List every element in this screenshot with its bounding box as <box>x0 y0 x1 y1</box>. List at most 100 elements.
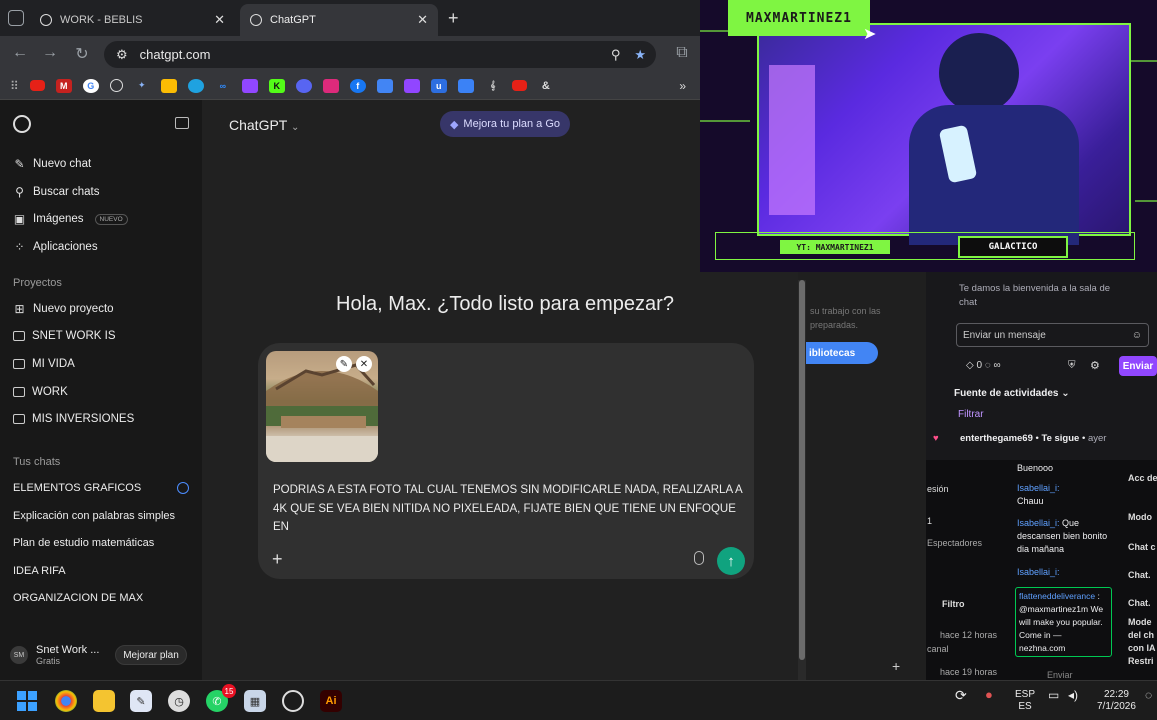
chat-item[interactable]: Plan de estudio matemáticas <box>13 537 154 549</box>
model-selector[interactable]: ChatGPT ⌄ <box>229 117 299 133</box>
dash-option[interactable]: Chat. <box>1128 597 1151 610</box>
chat-send-button[interactable]: Enviar <box>1119 356 1157 376</box>
scrollbar-thumb[interactable] <box>799 280 805 660</box>
facebook-bookmark-icon[interactable]: f <box>349 78 366 93</box>
filter-button[interactable]: Filtrar <box>958 409 984 420</box>
notifications-icon[interactable]: ◌ <box>1145 689 1152 701</box>
edge-bookmark-icon[interactable] <box>187 78 204 93</box>
tab-title: ChatGPT <box>270 14 316 26</box>
discord-bookmark-icon[interactable] <box>295 78 312 93</box>
activity-feed-heading[interactable]: Fuente de actividades ⌄ <box>954 388 1070 399</box>
youtube-2-bookmark-icon[interactable] <box>511 80 527 91</box>
forward-icon[interactable]: → <box>40 44 60 62</box>
file-explorer-icon[interactable] <box>93 690 115 712</box>
libraries-button[interactable]: ibliotecas <box>806 342 878 364</box>
shield-icon[interactable]: ⛨ <box>1068 360 1076 371</box>
sidebar-item-images[interactable]: ▣ Imágenes NUEVO <box>13 212 128 226</box>
chat-item[interactable]: IDEA RIFA <box>13 565 66 577</box>
remove-image-icon[interactable]: ✕ <box>356 356 372 372</box>
apps-grid-icon[interactable]: ⠿ <box>10 79 19 93</box>
sidebar-item-project[interactable]: WORK <box>13 386 68 398</box>
address-bar[interactable]: ⚙ chatgpt.com ⚲ ★ <box>104 41 656 68</box>
heart-icon: ♥ <box>933 433 939 444</box>
sidebar-item-new-project[interactable]: ⊞ Nuevo proyecto <box>13 302 113 316</box>
chat-item[interactable]: Explicación con palabras simples <box>13 510 175 522</box>
bookmark-star-icon[interactable]: ★ <box>634 47 646 63</box>
google-bookmark-icon[interactable]: G <box>82 78 99 93</box>
sidebar-item-search[interactable]: ⚲ Buscar chats <box>13 185 99 199</box>
page-scrollbar[interactable] <box>798 280 806 680</box>
tab-chatgpt[interactable]: ChatGPT ✕ <box>240 4 438 36</box>
chat-item[interactable]: ORGANIZACION DE MAX <box>13 592 143 604</box>
chatgpt-logo-icon[interactable] <box>13 115 31 133</box>
close-tab-icon[interactable]: ✕ <box>417 12 428 28</box>
gmail-bookmark-icon[interactable]: M <box>55 78 72 93</box>
gear-icon[interactable]: ⚙ <box>1090 359 1100 372</box>
kick-bookmark-icon[interactable]: K <box>268 78 285 93</box>
network-icon[interactable]: ▭ <box>1048 689 1059 701</box>
tab-work-beblis[interactable]: WORK - BEBLIS ✕ <box>30 4 235 36</box>
language-indicator[interactable]: ESP ES <box>1015 689 1035 713</box>
mic-tray-icon[interactable]: ● <box>985 688 993 701</box>
clock-tray[interactable]: 22:29 7/1/2026 <box>1097 689 1136 713</box>
dash-option[interactable]: Mode del ch con IA <box>1128 616 1157 655</box>
dash-option[interactable]: Restri <box>1128 655 1154 668</box>
dash-option[interactable]: Chat c <box>1128 541 1156 554</box>
upgrade-go-button[interactable]: ◆ Mejora tu plan a Go <box>440 111 570 137</box>
add-attachment-icon[interactable]: + <box>272 549 283 570</box>
system-date: 7/1/2026 <box>1097 701 1136 712</box>
sidebar-item-project[interactable]: MI VIDA <box>13 358 75 370</box>
sidebar-toggle-icon[interactable] <box>175 117 189 129</box>
volume-icon[interactable]: ◂) <box>1068 689 1078 701</box>
twitch-bookmark-icon[interactable] <box>241 78 258 93</box>
sidebar-item-new-chat[interactable]: ✎ Nuevo chat <box>13 157 91 171</box>
microphone-icon[interactable] <box>694 551 704 565</box>
extensions-icon[interactable]: ⧉ <box>672 44 692 62</box>
clock-icon[interactable]: ◷ <box>168 690 190 712</box>
sync-icon[interactable]: ⟳ <box>955 688 967 702</box>
tab-search-icon[interactable] <box>8 10 24 26</box>
close-tab-icon[interactable]: ✕ <box>214 12 225 28</box>
site-info-icon[interactable]: ⚙ <box>116 47 128 63</box>
send-button[interactable]: ↑ <box>717 547 745 575</box>
user-menu[interactable]: SM Snet Work ... Gratis <box>10 644 99 666</box>
prompt-input[interactable]: PODRIAS A ESTA FOTO TAL CUAL TENEMOS SIN… <box>273 481 743 537</box>
emote-icon[interactable]: ☺ <box>1132 330 1142 341</box>
reload-icon[interactable]: ↻ <box>72 44 92 64</box>
windows-start-icon[interactable] <box>16 690 38 712</box>
chat-message-input[interactable]: Enviar un mensaje ☺ <box>956 323 1149 347</box>
more-bookmark-icon[interactable]: & <box>538 79 554 93</box>
calculator-icon[interactable]: ▦ <box>244 690 266 712</box>
figma-bookmark-icon[interactable] <box>457 78 474 93</box>
u-bookmark-icon[interactable]: u <box>430 78 447 93</box>
channel-points[interactable]: ◇ 0 ◌ ∞ <box>966 360 1001 371</box>
chatgpt-bookmark-icon[interactable] <box>109 79 123 92</box>
drive-bookmark-icon[interactable] <box>160 78 177 93</box>
dash-option[interactable]: Modo <box>1128 511 1152 524</box>
illustrator-icon[interactable]: Ai <box>320 690 342 712</box>
edit-image-icon[interactable]: ✎ <box>336 356 352 372</box>
attached-image-thumbnail[interactable]: ✎ ✕ <box>266 351 378 462</box>
back-icon[interactable]: ← <box>10 44 30 62</box>
upgrade-plan-button[interactable]: Mejorar plan <box>115 645 187 665</box>
add-icon[interactable]: + <box>892 658 900 674</box>
new-tab-icon[interactable]: + <box>448 8 459 29</box>
chrome-icon[interactable] <box>55 690 77 712</box>
meta-bookmark-icon[interactable]: ∞ <box>215 79 231 93</box>
chat-item[interactable]: ELEMENTOS GRAFICOS <box>13 482 141 494</box>
dash-option[interactable]: Chat. <box>1128 569 1151 582</box>
sidebar-item-apps[interactable]: ⁘ Aplicaciones <box>13 240 97 254</box>
youtube-bookmark-icon[interactable] <box>29 80 45 91</box>
docs-bookmark-icon[interactable] <box>376 78 393 93</box>
twitch-2-bookmark-icon[interactable] <box>403 78 420 93</box>
bookmarks-overflow-icon[interactable]: » <box>679 79 686 93</box>
sidebar-item-project[interactable]: SNET WORK IS <box>13 330 116 342</box>
notepad-icon[interactable]: ✎ <box>130 690 152 712</box>
dash-option[interactable]: Acc de <box>1128 472 1157 485</box>
chatgpt-app-icon[interactable] <box>282 690 304 712</box>
kling-bookmark-icon[interactable]: 𝄞 <box>485 79 501 93</box>
gemini-bookmark-icon[interactable]: ✦ <box>134 79 150 93</box>
sidebar-item-project[interactable]: MIS INVERSIONES <box>13 413 134 425</box>
instagram-bookmark-icon[interactable] <box>322 78 339 93</box>
zoom-icon[interactable]: ⚲ <box>611 47 621 63</box>
